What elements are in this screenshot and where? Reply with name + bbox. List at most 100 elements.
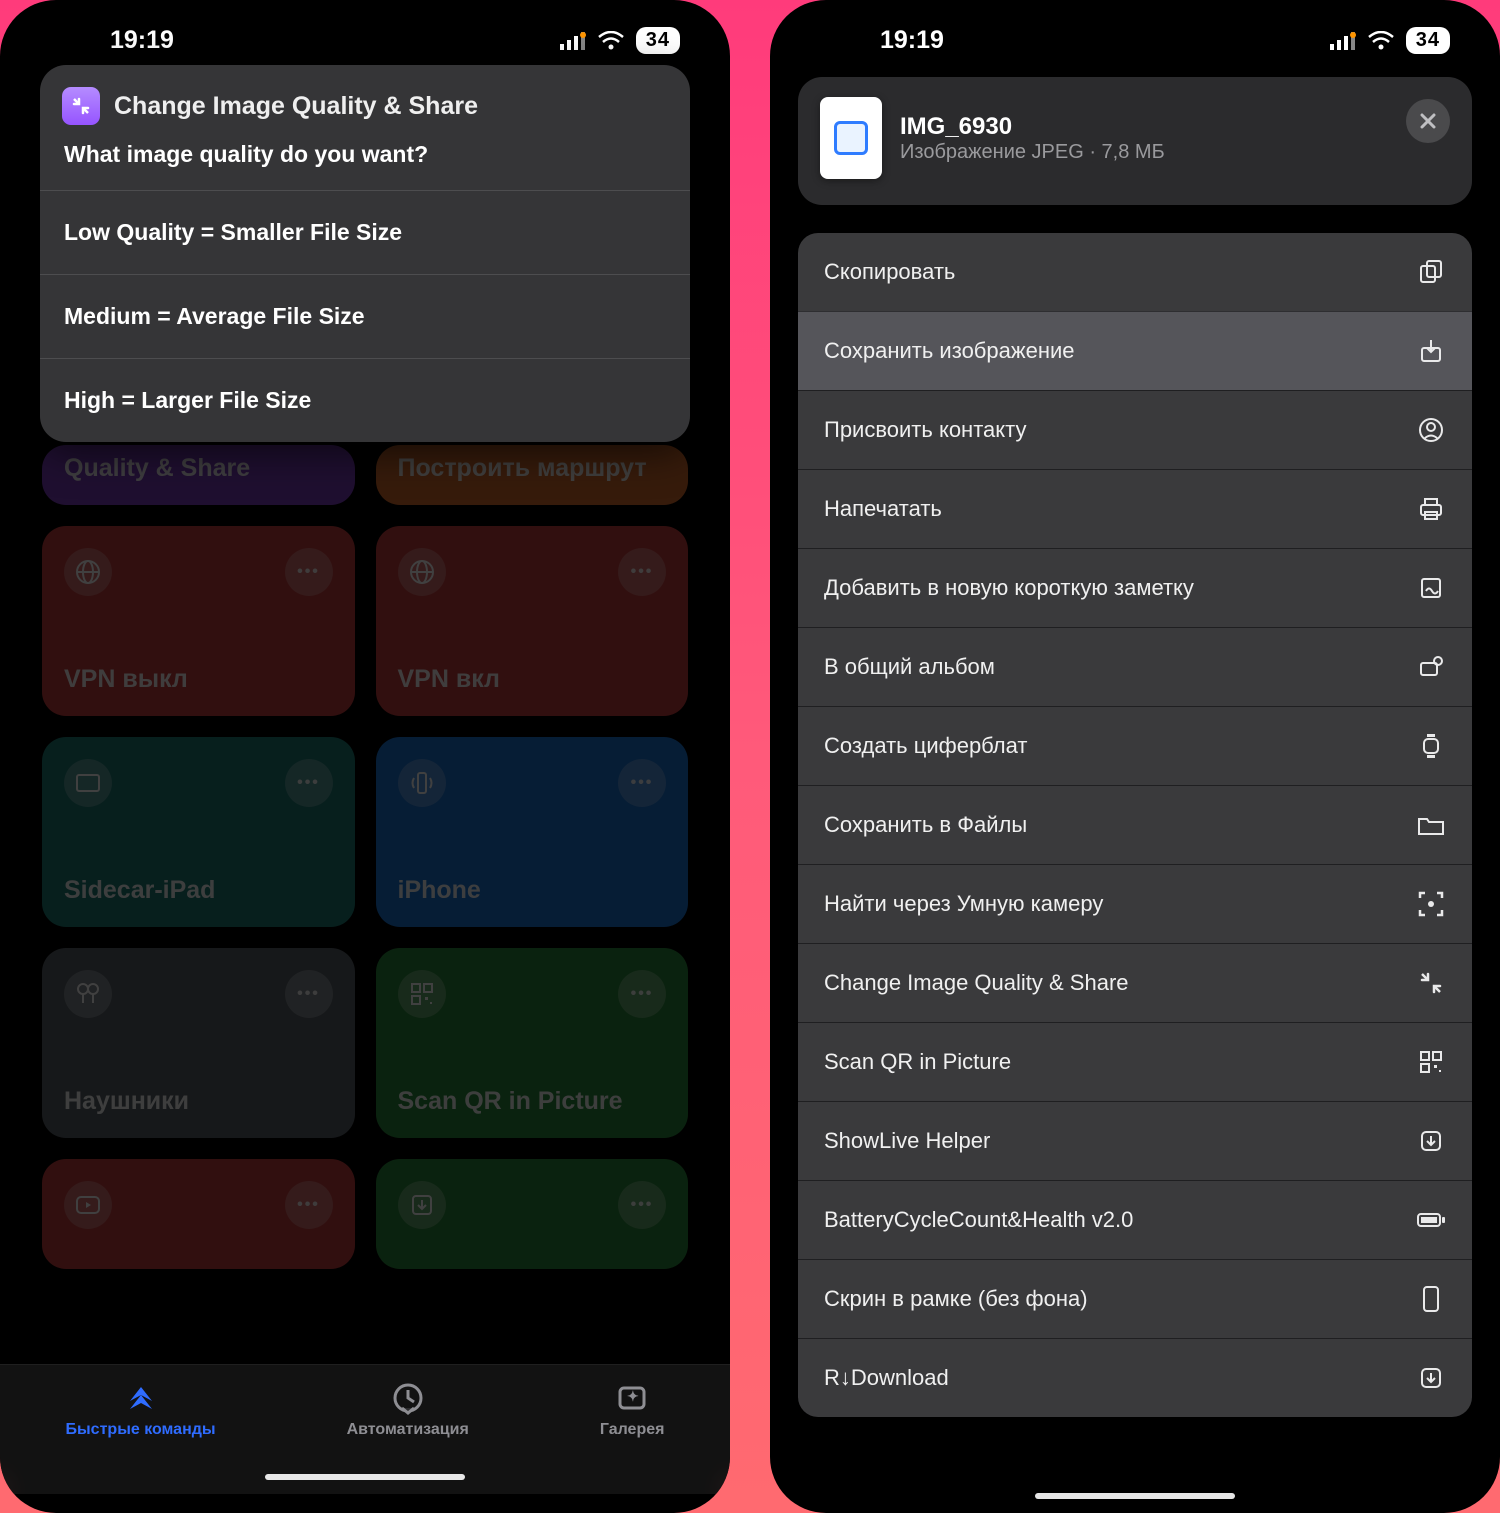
home-indicator[interactable]: [1035, 1493, 1235, 1499]
option-medium[interactable]: Medium = Average File Size: [40, 274, 690, 358]
battery-badge: 34: [1406, 27, 1450, 54]
action-label: Скрин в рамке (без фона): [824, 1286, 1088, 1312]
sheet-prompt: What image quality do you want?: [40, 135, 690, 190]
qr-icon: [1416, 1047, 1446, 1077]
print-icon: [1416, 494, 1446, 524]
shared-album-icon: [1416, 652, 1446, 682]
action-copy[interactable]: Скопировать: [798, 233, 1472, 311]
action-smart-camera[interactable]: Найти через Умную камеру: [798, 864, 1472, 943]
action-list: Скопировать Сохранить изображение Присво…: [798, 233, 1472, 1417]
action-quick-note[interactable]: Добавить в новую короткую заметку: [798, 548, 1472, 627]
tile-headphones[interactable]: ••• Наушники: [42, 948, 355, 1138]
action-watch-face[interactable]: Создать циферблат: [798, 706, 1472, 785]
close-button[interactable]: [1406, 99, 1450, 143]
more-icon[interactable]: •••: [285, 759, 333, 807]
action-label: Добавить в новую короткую заметку: [824, 575, 1194, 601]
wifi-icon: [598, 31, 624, 51]
qr-icon: [398, 970, 446, 1018]
action-save-image[interactable]: Сохранить изображение: [798, 311, 1472, 390]
action-label: Сохранить изображение: [824, 338, 1075, 364]
cellular-icon: [1330, 32, 1356, 50]
status-bar: 19:19 34: [0, 0, 730, 65]
action-label: В общий альбом: [824, 654, 995, 680]
iphone-vibrate-icon: [398, 759, 446, 807]
tile-extra-1[interactable]: •••: [42, 1159, 355, 1269]
copy-icon: [1416, 257, 1446, 287]
action-print[interactable]: Напечатать: [798, 469, 1472, 548]
action-showlive[interactable]: ShowLive Helper: [798, 1101, 1472, 1180]
tile-quality-share[interactable]: Quality & Share: [42, 445, 355, 505]
download-box-icon: [1416, 1126, 1446, 1156]
action-save-files[interactable]: Сохранить в Файлы: [798, 785, 1472, 864]
phone-left: 19:19 34 Quality & Share Построить маршр…: [0, 0, 730, 1513]
option-low[interactable]: Low Quality = Smaller File Size: [40, 190, 690, 274]
file-name: IMG_6930: [900, 113, 1165, 141]
action-label: Change Image Quality & Share: [824, 970, 1129, 996]
more-icon[interactable]: •••: [285, 970, 333, 1018]
tab-shortcuts-label: Быстрые команды: [66, 1421, 216, 1439]
action-scan-qr[interactable]: Scan QR in Picture: [798, 1022, 1472, 1101]
action-label: Присвоить контакту: [824, 417, 1026, 443]
action-shared-album[interactable]: В общий альбом: [798, 627, 1472, 706]
folder-icon: [1416, 810, 1446, 840]
tile-iphone[interactable]: ••• iPhone: [376, 737, 689, 927]
download-icon: [398, 1181, 446, 1229]
tile-sidecar[interactable]: ••• Sidecar-iPad: [42, 737, 355, 927]
gallery-icon: ✦: [615, 1381, 649, 1415]
contact-icon: [1416, 415, 1446, 445]
more-icon[interactable]: •••: [618, 548, 666, 596]
phone-right: 19:19 34 IMG_6930 Изображение JPEG · 7,8…: [770, 0, 1500, 1513]
share-card: IMG_6930 Изображение JPEG · 7,8 МБ: [798, 77, 1472, 205]
collapse-icon: [1416, 968, 1446, 998]
action-label: Сохранить в Файлы: [824, 812, 1027, 838]
more-icon[interactable]: •••: [618, 1181, 666, 1229]
tile-scan-qr[interactable]: ••• Scan QR in Picture: [376, 948, 689, 1138]
tile-vpn-off[interactable]: ••• VPN выкл: [42, 526, 355, 716]
play-icon: [64, 1181, 112, 1229]
sheet-title: Change Image Quality & Share: [114, 92, 478, 121]
more-icon[interactable]: •••: [285, 548, 333, 596]
tab-gallery[interactable]: ✦ Галерея: [600, 1381, 665, 1439]
file-thumbnail: [820, 97, 882, 179]
action-label: Scan QR in Picture: [824, 1049, 1011, 1075]
action-label: ShowLive Helper: [824, 1128, 990, 1154]
action-change-quality[interactable]: Change Image Quality & Share: [798, 943, 1472, 1022]
watch-icon: [1416, 731, 1446, 761]
tab-automation[interactable]: Автоматизация: [347, 1381, 469, 1439]
more-icon[interactable]: •••: [618, 759, 666, 807]
cellular-icon: [560, 32, 586, 50]
save-image-icon: [1416, 336, 1446, 366]
globe-icon: [398, 548, 446, 596]
status-time: 19:19: [880, 26, 944, 55]
status-bar: 19:19 34: [770, 0, 1500, 65]
tab-automation-label: Автоматизация: [347, 1421, 469, 1439]
svg-text:✦: ✦: [627, 1388, 639, 1404]
battery-badge: 34: [636, 27, 680, 54]
action-label: Создать циферблат: [824, 733, 1027, 759]
action-battery-health[interactable]: BatteryCycleCount&Health v2.0: [798, 1180, 1472, 1259]
tile-route[interactable]: Построить маршрут: [376, 445, 689, 505]
viewfinder-icon: [1416, 889, 1446, 919]
tab-shortcuts[interactable]: Быстрые команды: [66, 1381, 216, 1439]
action-label: BatteryCycleCount&Health v2.0: [824, 1207, 1133, 1233]
option-high[interactable]: High = Larger File Size: [40, 358, 690, 442]
automation-icon: [391, 1381, 425, 1415]
action-label: Скопировать: [824, 259, 955, 285]
shortcuts-icon: [124, 1381, 158, 1415]
more-icon[interactable]: •••: [285, 1181, 333, 1229]
action-screenshot-frame[interactable]: Скрин в рамке (без фона): [798, 1259, 1472, 1338]
battery-icon: [1416, 1205, 1446, 1235]
phone-outline-icon: [1416, 1284, 1446, 1314]
ipad-icon: [64, 759, 112, 807]
status-time: 19:19: [110, 26, 174, 55]
tab-gallery-label: Галерея: [600, 1421, 665, 1439]
home-indicator[interactable]: [265, 1474, 465, 1480]
action-rdownload[interactable]: R↓Download: [798, 1338, 1472, 1417]
note-icon: [1416, 573, 1446, 603]
download-box-icon: [1416, 1363, 1446, 1393]
tile-vpn-on[interactable]: ••• VPN вкл: [376, 526, 689, 716]
tile-extra-2[interactable]: •••: [376, 1159, 689, 1269]
more-icon[interactable]: •••: [618, 970, 666, 1018]
action-assign-contact[interactable]: Присвоить контакту: [798, 390, 1472, 469]
file-subtitle: Изображение JPEG · 7,8 МБ: [900, 141, 1165, 164]
